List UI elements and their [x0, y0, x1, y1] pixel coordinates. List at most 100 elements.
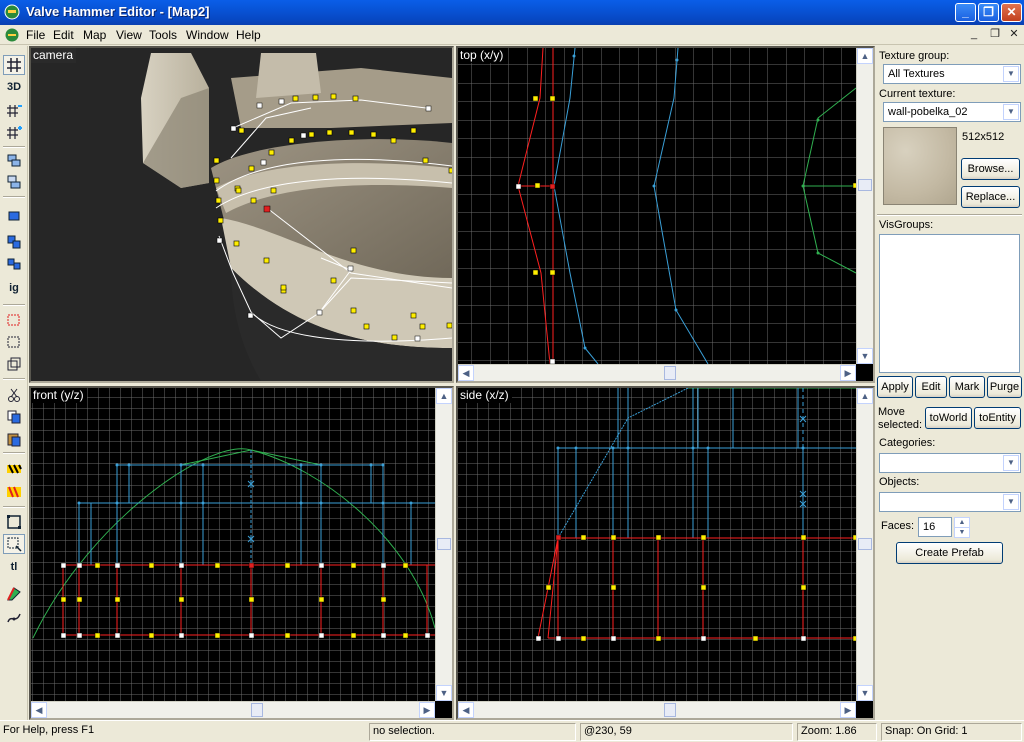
mdi-restore-button[interactable]: ❐	[987, 28, 1003, 42]
paste-icon[interactable]	[3, 429, 25, 449]
status-zoom: Zoom: 1.86	[797, 723, 877, 741]
scroll-right-icon[interactable]: ▶	[419, 702, 435, 718]
objects-select[interactable]: ▼	[879, 492, 1021, 512]
texture-scale-icon[interactable]	[3, 482, 25, 502]
menu-tools[interactable]: Tools	[149, 28, 177, 42]
show-all-icon[interactable]	[3, 354, 25, 374]
toggle-texture-lock-icon[interactable]: tl	[3, 557, 25, 577]
scrollbar-thumb[interactable]	[437, 538, 451, 550]
texture-preview-image[interactable]	[883, 127, 957, 205]
side-viewport[interactable]: side (x/z) ▲ ▼ ◀ ▶	[456, 386, 875, 720]
top-vertical-scrollbar[interactable]: ▲ ▼	[856, 48, 873, 364]
scrollbar-thumb[interactable]	[858, 538, 872, 550]
clip-tool-icon[interactable]	[3, 584, 25, 604]
scroll-up-icon[interactable]: ▲	[857, 388, 873, 404]
browse-button[interactable]: Browse...	[961, 158, 1020, 180]
camera-viewport[interactable]: camera	[29, 46, 454, 383]
selection-tool-icon[interactable]	[3, 512, 25, 532]
texture-lock-icon[interactable]	[3, 459, 25, 479]
left-toolbar: 3D ig tl	[0, 46, 28, 720]
carve-icon[interactable]	[3, 150, 25, 170]
copy-icon[interactable]	[3, 407, 25, 427]
grid-toggle-icon[interactable]	[3, 55, 25, 75]
chevron-down-icon[interactable]: ▼	[1003, 104, 1019, 120]
grid-larger-icon[interactable]	[3, 123, 25, 143]
toolbar-separator	[3, 506, 25, 508]
mdi-minimize-button[interactable]: _	[966, 28, 982, 42]
current-texture-label: Current texture:	[879, 88, 956, 100]
scroll-left-icon[interactable]: ◀	[458, 365, 474, 381]
scrollbar-thumb[interactable]	[858, 179, 872, 191]
menu-window[interactable]: Window	[186, 28, 229, 42]
side-horizontal-scrollbar[interactable]: ◀ ▶	[458, 701, 856, 718]
replace-button[interactable]: Replace...	[961, 186, 1020, 208]
scroll-right-icon[interactable]: ▶	[840, 365, 856, 381]
current-texture-select[interactable]: wall-pobelka_02 ▼	[883, 102, 1021, 122]
chevron-down-icon[interactable]: ▼	[1003, 455, 1019, 471]
create-prefab-button[interactable]: Create Prefab	[896, 542, 1003, 564]
categories-select[interactable]: ▼	[879, 453, 1021, 473]
front-viewport-label: front (y/z)	[31, 388, 87, 403]
menu-view[interactable]: View	[116, 28, 142, 42]
to-entity-button[interactable]: toEntity	[974, 407, 1021, 429]
side-vertical-scrollbar[interactable]: ▲ ▼	[856, 388, 873, 701]
texture-group-label: Texture group:	[879, 50, 950, 62]
menu-map[interactable]: Map	[83, 28, 106, 42]
front-vertical-scrollbar[interactable]: ▲ ▼	[435, 388, 452, 701]
tie-to-entity-icon[interactable]	[3, 254, 25, 274]
texture-group-select[interactable]: All Textures ▼	[883, 64, 1021, 84]
mdi-close-button[interactable]: ✕	[1006, 28, 1022, 42]
to-world-button[interactable]: toWorld	[925, 407, 972, 429]
camera-viewport-label: camera	[31, 48, 77, 63]
scroll-up-icon[interactable]: ▲	[857, 48, 873, 64]
scroll-down-icon[interactable]: ▼	[436, 685, 452, 701]
cut-icon[interactable]	[3, 385, 25, 405]
hide-selection-icon[interactable]	[3, 310, 25, 330]
grid-smaller-icon[interactable]	[3, 101, 25, 121]
faces-decrement-icon[interactable]: ▼	[954, 527, 970, 538]
hollow-icon[interactable]	[3, 172, 25, 192]
top-viewport[interactable]: top (x/y) ▲ ▼ ◀ ▶	[456, 46, 875, 383]
scrollbar-thumb[interactable]	[251, 703, 263, 717]
menu-file[interactable]: File	[26, 28, 45, 42]
mark-button[interactable]: Mark	[949, 376, 985, 398]
scroll-right-icon[interactable]: ▶	[840, 702, 856, 718]
front-horizontal-scrollbar[interactable]: ◀ ▶	[31, 701, 435, 718]
scroll-up-icon[interactable]: ▲	[436, 388, 452, 404]
edit-button[interactable]: Edit	[915, 376, 947, 398]
scroll-down-icon[interactable]: ▼	[857, 685, 873, 701]
3d-grid-icon[interactable]: 3D	[3, 77, 25, 97]
menu-help[interactable]: Help	[236, 28, 261, 42]
magnify-tool-icon[interactable]	[3, 534, 25, 554]
chevron-down-icon[interactable]: ▼	[1003, 494, 1019, 510]
apply-button[interactable]: Apply	[877, 376, 913, 398]
status-bar: For Help, press F1 no selection. @230, 5…	[0, 720, 1024, 742]
vertex-tool-icon[interactable]	[3, 608, 25, 628]
front-viewport[interactable]: front (y/z) ▲ ▼ ◀ ▶	[29, 386, 454, 720]
scroll-left-icon[interactable]: ◀	[458, 702, 474, 718]
toolbar-separator	[3, 304, 25, 306]
scroll-left-icon[interactable]: ◀	[31, 702, 47, 718]
hide-unselected-icon[interactable]	[3, 332, 25, 352]
purge-button[interactable]: Purge	[987, 376, 1022, 398]
chevron-down-icon[interactable]: ▼	[1003, 66, 1019, 82]
scroll-down-icon[interactable]: ▼	[857, 348, 873, 364]
visgroups-list[interactable]	[879, 234, 1020, 373]
top-horizontal-scrollbar[interactable]: ◀ ▶	[458, 364, 856, 381]
ignore-groups-icon[interactable]: ig	[3, 278, 25, 298]
front-view-render	[31, 388, 435, 701]
menu-edit[interactable]: Edit	[53, 28, 74, 42]
scrollbar-thumb[interactable]	[664, 703, 676, 717]
faces-input[interactable]: 16	[918, 517, 952, 537]
group-icon[interactable]	[3, 206, 25, 226]
maximize-button[interactable]: ❐	[978, 3, 999, 22]
ungroup-icon[interactable]	[3, 232, 25, 252]
document-icon[interactable]	[4, 27, 20, 43]
close-button[interactable]: ✕	[1001, 3, 1022, 22]
status-selection: no selection.	[369, 723, 576, 741]
top-viewport-label: top (x/y)	[458, 48, 507, 63]
minimize-button[interactable]: _	[955, 3, 976, 22]
title-bar[interactable]: Valve Hammer Editor - [Map2] _ ❐ ✕	[0, 0, 1024, 25]
scrollbar-thumb[interactable]	[664, 366, 676, 380]
side-viewport-label: side (x/z)	[458, 388, 512, 403]
